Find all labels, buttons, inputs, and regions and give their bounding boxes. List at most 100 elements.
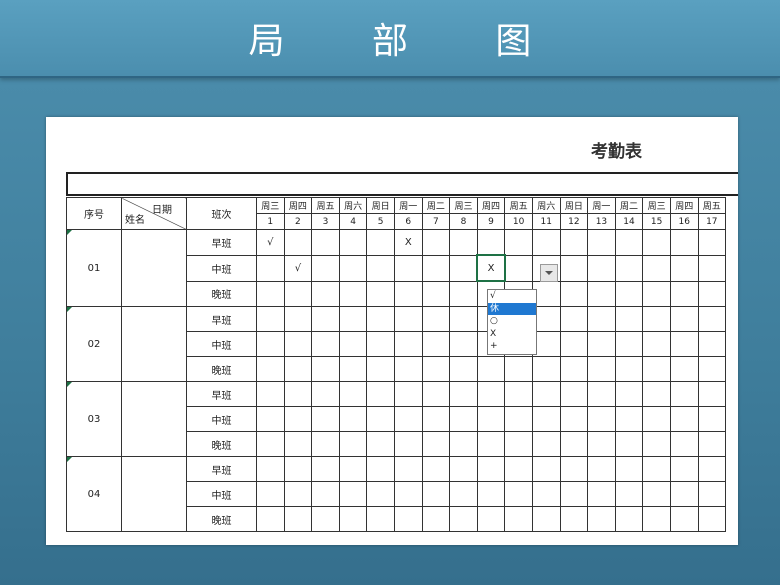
header-weekday[interactable]: 周一 bbox=[393, 197, 423, 214]
attendance-cell[interactable] bbox=[587, 431, 616, 457]
header-seq[interactable]: 序号 bbox=[66, 197, 122, 230]
attendance-cell[interactable] bbox=[531, 481, 561, 507]
dropdown-option[interactable]: 休 bbox=[488, 302, 536, 315]
attendance-cell[interactable] bbox=[669, 506, 699, 532]
attendance-cell[interactable] bbox=[697, 381, 727, 407]
attendance-cell[interactable] bbox=[338, 481, 368, 507]
employee-seq[interactable]: 04 bbox=[66, 456, 122, 532]
attendance-cell[interactable] bbox=[504, 456, 533, 482]
attendance-cell[interactable] bbox=[366, 229, 395, 256]
attendance-cell[interactable] bbox=[697, 306, 727, 332]
dropdown-arrow-button[interactable] bbox=[540, 264, 558, 282]
dropdown-option[interactable]: √ bbox=[488, 290, 536, 303]
attendance-cell[interactable] bbox=[559, 254, 589, 282]
attendance-cell[interactable] bbox=[311, 381, 340, 407]
dropdown-option[interactable]: ○ bbox=[488, 315, 536, 328]
attendance-cell[interactable] bbox=[366, 280, 395, 307]
attendance-cell[interactable] bbox=[421, 229, 451, 256]
attendance-cell[interactable] bbox=[559, 280, 589, 307]
attendance-cell[interactable] bbox=[669, 381, 699, 407]
attendance-cell[interactable] bbox=[504, 356, 533, 382]
attendance-cell[interactable] bbox=[669, 406, 699, 432]
attendance-cell[interactable] bbox=[559, 406, 589, 432]
attendance-cell[interactable] bbox=[476, 381, 506, 407]
attendance-cell[interactable] bbox=[531, 406, 561, 432]
attendance-cell[interactable] bbox=[449, 481, 478, 507]
attendance-cell[interactable] bbox=[669, 356, 699, 382]
attendance-cell[interactable] bbox=[338, 254, 368, 282]
attendance-cell[interactable] bbox=[669, 306, 699, 332]
shift-label[interactable]: 早班 bbox=[186, 456, 257, 482]
attendance-cell[interactable] bbox=[311, 506, 340, 532]
header-day[interactable]: 9 bbox=[476, 213, 506, 230]
attendance-cell[interactable] bbox=[366, 331, 395, 357]
attendance-cell[interactable] bbox=[311, 356, 340, 382]
attendance-cell[interactable] bbox=[614, 481, 644, 507]
attendance-cell[interactable] bbox=[338, 456, 368, 482]
attendance-cell[interactable] bbox=[283, 456, 313, 482]
header-day[interactable]: 1 bbox=[256, 213, 285, 230]
attendance-cell[interactable] bbox=[642, 254, 671, 282]
attendance-cell[interactable] bbox=[311, 306, 340, 332]
attendance-cell[interactable] bbox=[559, 481, 589, 507]
attendance-cell[interactable] bbox=[531, 229, 561, 256]
attendance-cell[interactable] bbox=[311, 406, 340, 432]
attendance-cell[interactable] bbox=[531, 381, 561, 407]
attendance-cell[interactable] bbox=[338, 306, 368, 332]
attendance-cell[interactable] bbox=[587, 481, 616, 507]
attendance-cell[interactable] bbox=[587, 381, 616, 407]
header-weekday[interactable]: 周四 bbox=[283, 197, 313, 214]
attendance-cell[interactable] bbox=[697, 356, 727, 382]
attendance-cell[interactable] bbox=[283, 481, 313, 507]
attendance-cell[interactable] bbox=[531, 506, 561, 532]
shift-label[interactable]: 中班 bbox=[186, 406, 257, 432]
shift-label[interactable]: 晚班 bbox=[186, 280, 257, 307]
attendance-cell[interactable] bbox=[476, 431, 506, 457]
attendance-cell[interactable] bbox=[449, 331, 478, 357]
attendance-cell[interactable] bbox=[614, 406, 644, 432]
attendance-cell[interactable] bbox=[421, 481, 451, 507]
attendance-cell[interactable] bbox=[449, 280, 478, 307]
attendance-cell[interactable] bbox=[642, 481, 671, 507]
attendance-cell[interactable] bbox=[697, 456, 727, 482]
shift-label[interactable]: 晚班 bbox=[186, 356, 257, 382]
attendance-cell[interactable] bbox=[476, 481, 506, 507]
attendance-cell[interactable] bbox=[476, 229, 506, 256]
attendance-cell[interactable] bbox=[504, 229, 533, 256]
attendance-cell[interactable] bbox=[393, 254, 423, 282]
header-weekday[interactable]: 周五 bbox=[311, 197, 340, 214]
attendance-cell[interactable] bbox=[531, 431, 561, 457]
shift-label[interactable]: 早班 bbox=[186, 381, 257, 407]
attendance-cell[interactable] bbox=[697, 431, 727, 457]
header-day[interactable]: 11 bbox=[531, 213, 561, 230]
attendance-cell[interactable] bbox=[421, 506, 451, 532]
employee-seq[interactable]: 02 bbox=[66, 306, 122, 382]
attendance-cell[interactable] bbox=[421, 431, 451, 457]
attendance-cell[interactable] bbox=[587, 229, 616, 256]
header-weekday[interactable]: 周六 bbox=[531, 197, 561, 214]
attendance-cell[interactable] bbox=[697, 280, 727, 307]
attendance-cell[interactable] bbox=[283, 406, 313, 432]
attendance-cell[interactable] bbox=[669, 331, 699, 357]
attendance-cell[interactable] bbox=[449, 306, 478, 332]
header-day[interactable]: 17 bbox=[697, 213, 727, 230]
attendance-cell[interactable] bbox=[531, 356, 561, 382]
attendance-cell[interactable] bbox=[504, 481, 533, 507]
attendance-cell[interactable] bbox=[449, 431, 478, 457]
attendance-cell[interactable] bbox=[669, 254, 699, 282]
attendance-cell[interactable] bbox=[256, 356, 285, 382]
attendance-cell[interactable] bbox=[366, 356, 395, 382]
attendance-cell[interactable] bbox=[449, 456, 478, 482]
header-day[interactable]: 6 bbox=[393, 213, 423, 230]
attendance-cell[interactable] bbox=[449, 406, 478, 432]
attendance-cell[interactable] bbox=[531, 456, 561, 482]
attendance-cell[interactable] bbox=[311, 280, 340, 307]
attendance-cell[interactable] bbox=[256, 254, 285, 282]
attendance-cell[interactable] bbox=[283, 431, 313, 457]
attendance-cell[interactable] bbox=[697, 506, 727, 532]
attendance-cell[interactable] bbox=[311, 481, 340, 507]
employee-name[interactable] bbox=[121, 229, 187, 307]
attendance-cell[interactable] bbox=[256, 406, 285, 432]
attendance-cell[interactable] bbox=[614, 356, 644, 382]
attendance-cell[interactable] bbox=[614, 229, 644, 256]
